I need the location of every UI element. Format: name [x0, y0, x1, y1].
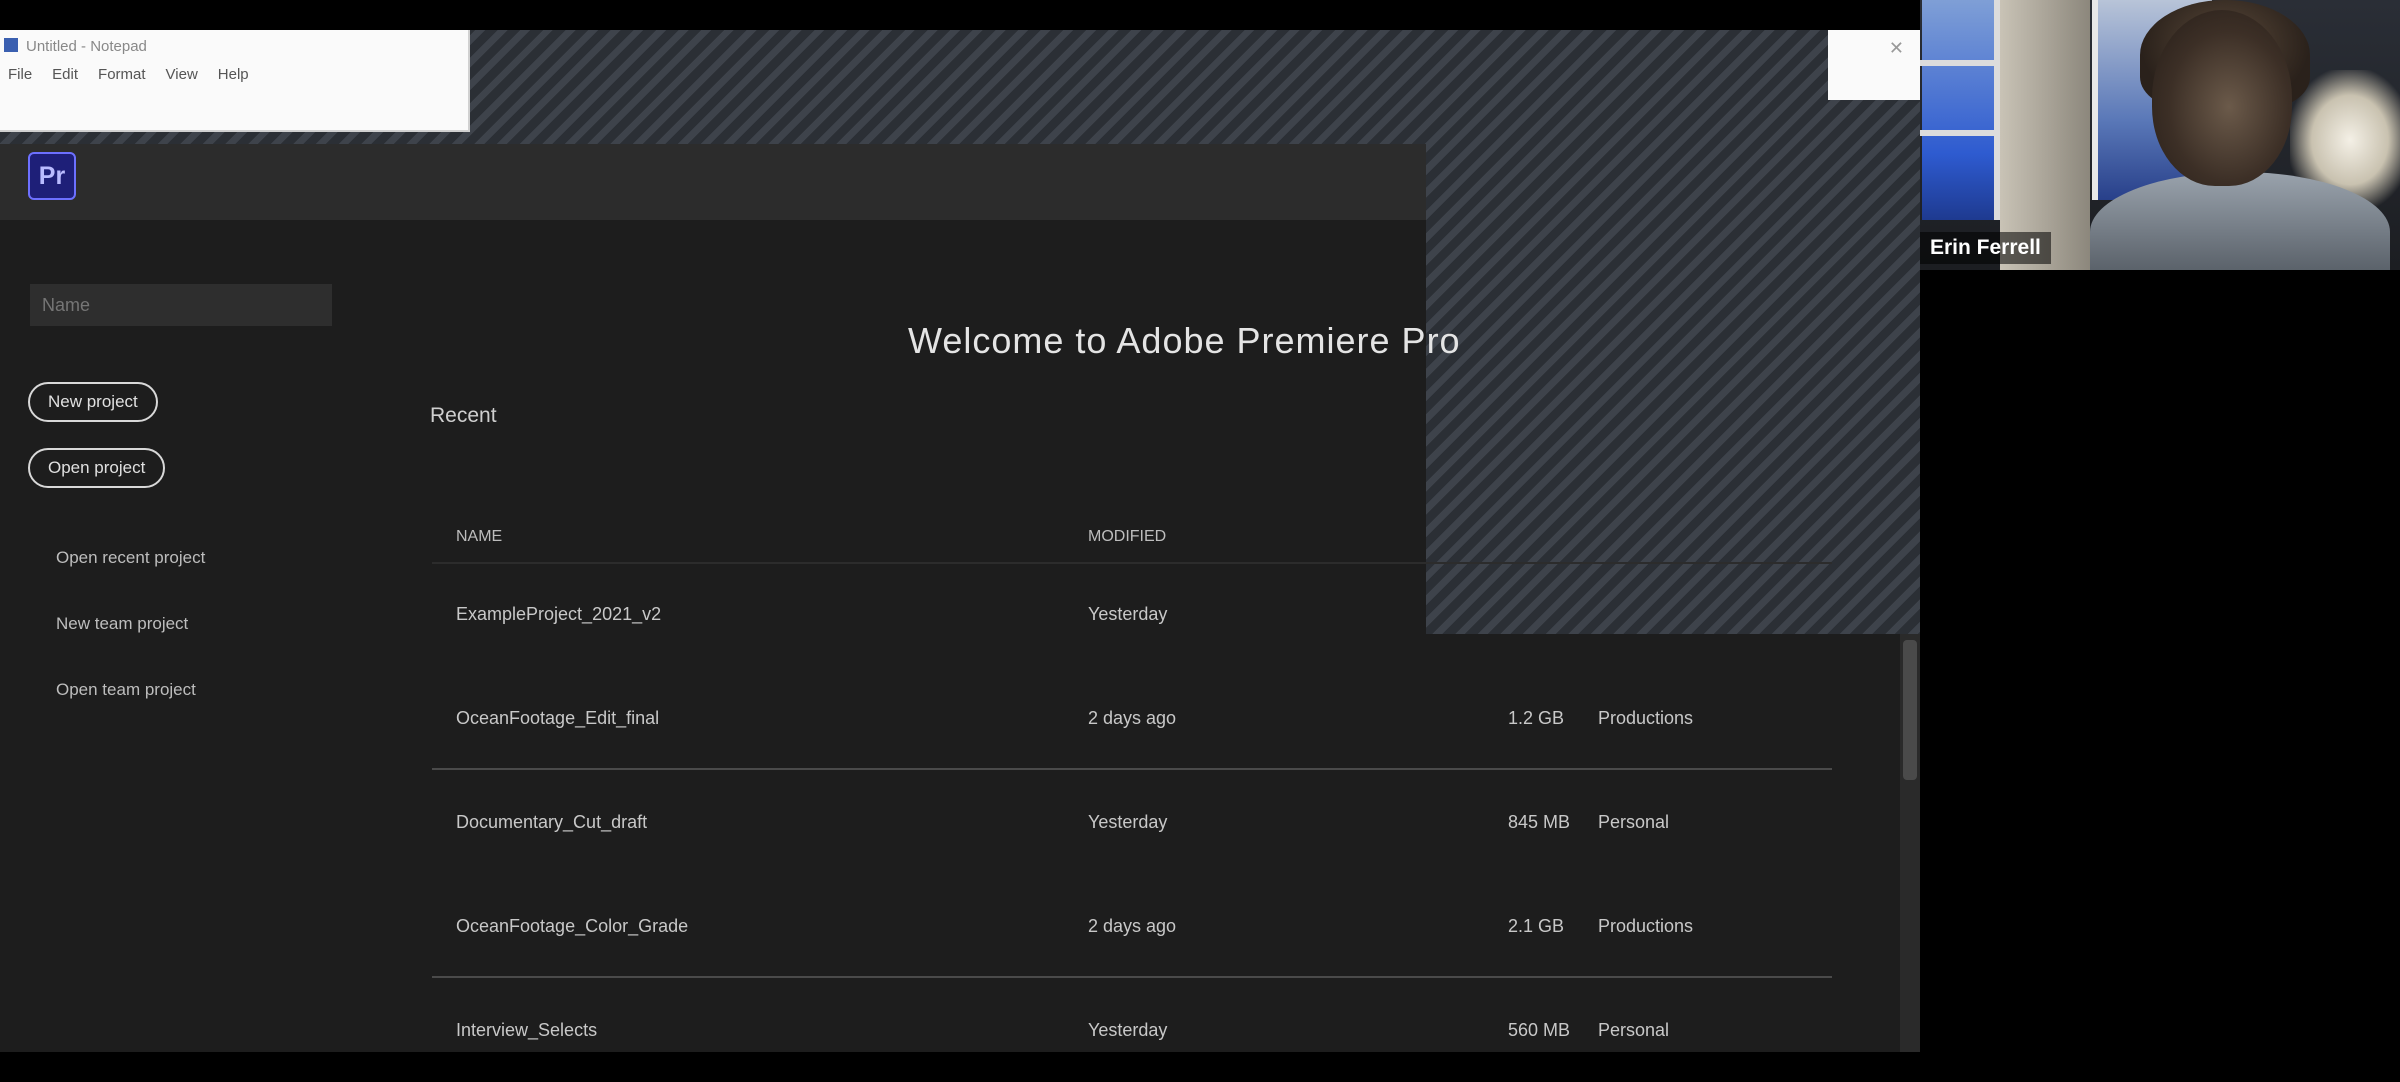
recent-section-label: Recent — [430, 404, 497, 427]
notepad-menu-help[interactable]: Help — [218, 66, 249, 83]
notepad-menu-edit[interactable]: Edit — [52, 66, 78, 83]
row-size: 560 MB — [1508, 1020, 1571, 1040]
row-name: Documentary_Cut_draft — [456, 812, 648, 832]
notepad-icon — [4, 38, 18, 52]
row-location: Personal — [1598, 812, 1670, 832]
close-icon[interactable]: ✕ — [1889, 38, 1904, 59]
sidebar-link-new-team-project[interactable]: New team project — [56, 614, 188, 634]
row-size: 1.2 GB — [1508, 708, 1565, 728]
video-window-frame — [1920, 0, 2000, 220]
screen: Untitled - Notepad File Edit Format View… — [0, 0, 2400, 1082]
sidebar-link-open-recent[interactable]: Open recent project — [56, 548, 205, 568]
notepad-menu-format[interactable]: Format — [98, 66, 146, 83]
row-modified: 2 days ago — [1088, 916, 1177, 936]
participant-name-label: Erin Ferrell — [1920, 232, 2051, 264]
table-row[interactable]: Documentary_Cut_draft Yesterday 845 MB P… — [432, 812, 1832, 862]
page-title: Welcome to Adobe Premiere Pro — [908, 320, 1461, 361]
table-divider — [432, 768, 1832, 770]
table-divider — [432, 562, 1832, 564]
sidebar-link-open-team-project[interactable]: Open team project — [56, 680, 196, 700]
row-size: 2.1 GB — [1508, 916, 1565, 936]
video-curtain — [2000, 0, 2090, 270]
row-location: Personal — [1598, 1020, 1670, 1040]
row-location: Productions — [1598, 916, 1694, 936]
column-header-name[interactable]: NAME — [456, 528, 502, 546]
table-row[interactable]: OceanFootage_Color_Grade 2 days ago 2.1 … — [432, 916, 1832, 966]
app-header — [0, 144, 1426, 220]
notepad-menu-view[interactable]: View — [166, 66, 198, 83]
search-input[interactable] — [30, 284, 332, 326]
row-size: 845 MB — [1508, 812, 1571, 832]
row-modified: Yesterday — [1088, 604, 1168, 624]
open-project-button[interactable]: Open project — [28, 448, 166, 488]
row-name: OceanFootage_Edit_final — [456, 708, 660, 728]
new-project-button[interactable]: New project — [28, 382, 158, 422]
table-row[interactable]: Interview_Selects Yesterday 560 MB Perso… — [432, 1020, 1832, 1070]
notepad-window[interactable]: Untitled - Notepad File Edit Format View… — [0, 30, 470, 132]
notepad-menu-bar: File Edit Format View Help — [8, 66, 249, 83]
row-name: ExampleProject_2021_v2 — [456, 604, 662, 624]
premiere-logo-icon: Pr — [28, 152, 76, 200]
row-name: OceanFootage_Color_Grade — [456, 916, 689, 936]
table-divider — [432, 976, 1832, 978]
video-person-head — [2152, 10, 2292, 186]
table-row[interactable]: OceanFootage_Edit_final 2 days ago 1.2 G… — [432, 708, 1832, 758]
row-name: Interview_Selects — [456, 1020, 598, 1040]
row-modified: Yesterday — [1088, 812, 1168, 832]
row-modified: Yesterday — [1088, 1020, 1168, 1040]
row-location: Productions — [1598, 708, 1694, 728]
row-modified: 2 days ago — [1088, 708, 1177, 728]
notepad-menu-file[interactable]: File — [8, 66, 32, 83]
video-window-bar — [1920, 130, 2000, 136]
notepad-title: Untitled - Notepad — [26, 38, 147, 55]
participant-video-tile[interactable] — [1920, 0, 2400, 270]
video-window-bar — [1920, 60, 2000, 66]
corner-popup[interactable]: ✕ — [1828, 30, 1920, 100]
column-header-modified[interactable]: MODIFIED — [1088, 528, 1166, 546]
scrollbar-thumb[interactable] — [1903, 640, 1917, 780]
table-row[interactable]: ExampleProject_2021_v2 Yesterday — [432, 604, 1832, 654]
